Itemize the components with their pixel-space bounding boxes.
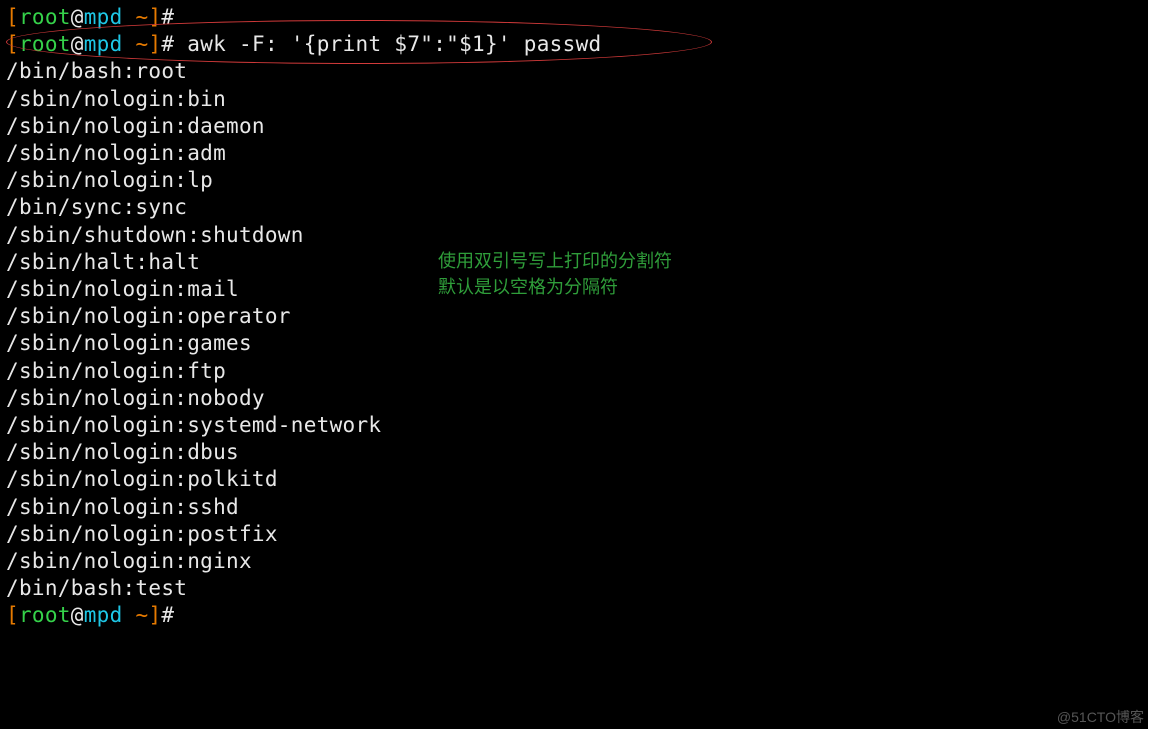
prompt-at: @ xyxy=(71,5,84,29)
output-line: /sbin/nologin:adm xyxy=(6,140,1142,167)
prompt-host: mpd xyxy=(84,603,123,627)
command-awk: awk -F: '{print $7":"$1}' passwd xyxy=(187,32,601,56)
prompt-tilde: ~ xyxy=(135,5,148,29)
output-line: /sbin/nologin:daemon xyxy=(6,113,1142,140)
output-line: /sbin/nologin:bin xyxy=(6,86,1142,113)
output-line: /sbin/nologin:lp xyxy=(6,167,1142,194)
output-line: /sbin/nologin:mail xyxy=(6,276,1142,303)
prompt-host: mpd xyxy=(84,5,123,29)
prompt-open-bracket: [ xyxy=(6,5,19,29)
output-line: /bin/bash:root xyxy=(6,58,1142,85)
output-line: /sbin/nologin:nobody xyxy=(6,385,1142,412)
prompt-hash: # xyxy=(161,32,187,56)
prompt-space xyxy=(123,603,136,627)
prompt-user: root xyxy=(19,603,71,627)
watermark: @51CTO博客 xyxy=(1057,707,1144,727)
prompt-at: @ xyxy=(71,603,84,627)
prompt-user: root xyxy=(19,32,71,56)
output-line: /bin/sync:sync xyxy=(6,194,1142,221)
output-line: /sbin/nologin:operator xyxy=(6,303,1142,330)
output-line: /sbin/nologin:sshd xyxy=(6,494,1142,521)
prompt-hash: # xyxy=(161,5,187,29)
prompt-space xyxy=(123,5,136,29)
prompt-at: @ xyxy=(71,32,84,56)
prompt-line: [root@mpd ~]# xyxy=(6,4,1142,31)
prompt-line: [root@mpd ~]# awk -F: '{print $7":"$1}' … xyxy=(6,31,1142,58)
output-line: /sbin/nologin:systemd-network xyxy=(6,412,1142,439)
prompt-hash: # xyxy=(161,603,187,627)
prompt-space xyxy=(123,32,136,56)
output-line: /sbin/nologin:ftp xyxy=(6,358,1142,385)
output-line: /sbin/nologin:dbus xyxy=(6,439,1142,466)
output-line: /sbin/nologin:games xyxy=(6,330,1142,357)
prompt-open-bracket: [ xyxy=(6,32,19,56)
prompt-user: root xyxy=(19,5,71,29)
prompt-host: mpd xyxy=(84,32,123,56)
prompt-tilde: ~ xyxy=(135,603,148,627)
prompt-close-bracket: ] xyxy=(148,32,161,56)
prompt-close-bracket: ] xyxy=(148,603,161,627)
prompt-open-bracket: [ xyxy=(6,603,19,627)
prompt-line: [root@mpd ~]# xyxy=(6,602,1142,629)
output-line: /sbin/nologin:polkitd xyxy=(6,466,1142,493)
output-line: /bin/bash:test xyxy=(6,575,1142,602)
prompt-tilde: ~ xyxy=(135,32,148,56)
output-line: /sbin/nologin:postfix xyxy=(6,521,1142,548)
terminal[interactable]: [root@mpd ~]# [root@mpd ~]# awk -F: '{pr… xyxy=(0,0,1148,729)
output-line: /sbin/nologin:nginx xyxy=(6,548,1142,575)
prompt-close-bracket: ] xyxy=(148,5,161,29)
output-line: /sbin/halt:halt xyxy=(6,249,1142,276)
output-line: /sbin/shutdown:shutdown xyxy=(6,222,1142,249)
